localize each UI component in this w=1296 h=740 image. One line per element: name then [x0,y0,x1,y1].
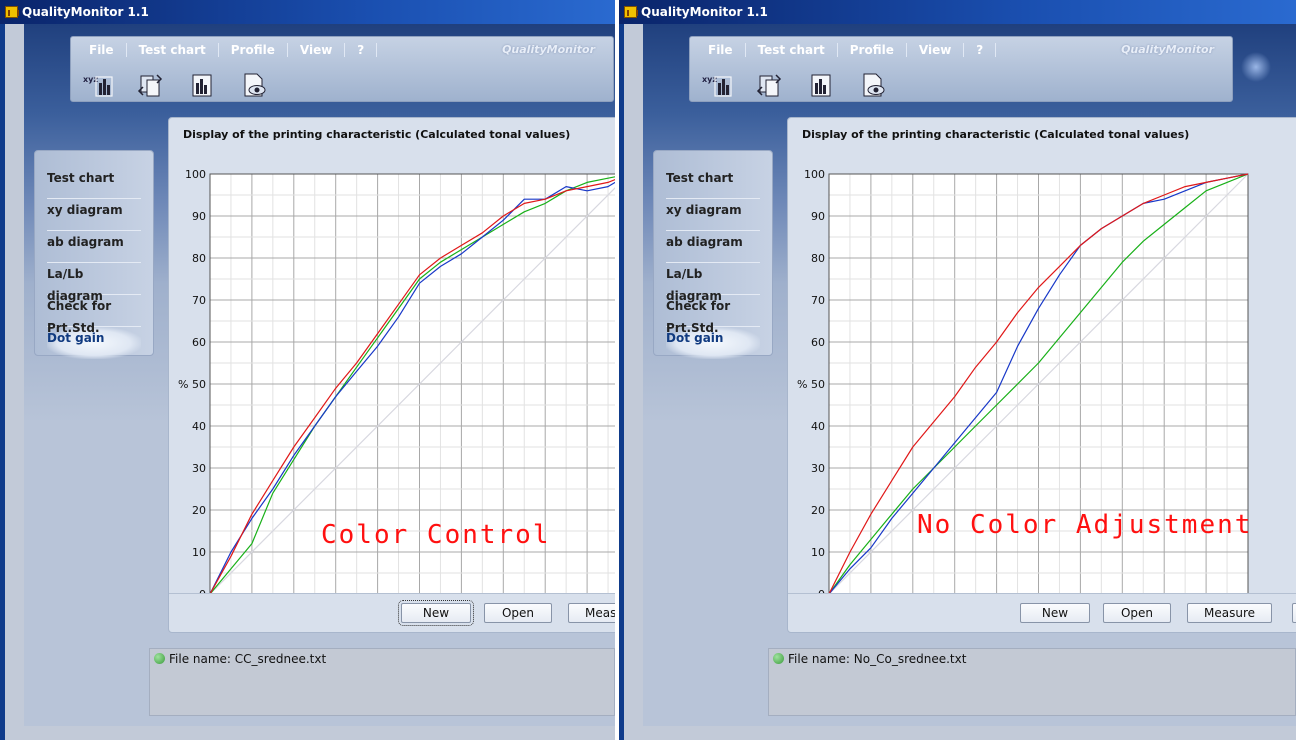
statistics-icon[interactable] [185,71,219,99]
divider [788,593,1296,594]
file-name-label: File name: CC_srednee.txt [169,652,327,666]
y-tick-label: % 50 [178,378,206,391]
nav-check-prt-std[interactable]: Check for Prt.Std. [47,295,141,335]
app-icon [624,6,638,18]
measure-button[interactable]: Measure [568,603,615,623]
menu-profile[interactable]: Profile [219,43,288,57]
divider [169,593,615,594]
nav-dot-gain[interactable]: Dot gain [666,327,760,359]
nav-dot-gain[interactable]: Dot gain [47,327,141,359]
brand-logo: QualityMonitor [502,43,595,56]
side-nav: Test chart xy diagram ab diagram La/Lb d… [34,150,154,359]
window-title: QualityMonitor 1.1 [22,5,149,19]
open-button[interactable]: Open [484,603,552,623]
app-icon [5,6,19,18]
menu-file[interactable]: File [696,43,746,57]
title-bar[interactable]: QualityMonitor 1.1 [619,0,1296,24]
convert-icon[interactable] [752,71,786,99]
menu-view[interactable]: View [907,43,965,57]
nav-test-chart[interactable]: Test chart [666,167,760,199]
menu-help[interactable]: ? [964,43,997,57]
y-tick-label: 20 [811,504,825,517]
new-button[interactable]: New [1020,603,1090,623]
client-area: File Test chart Profile View ? QualityMo… [624,24,1296,740]
nav-ab-diagram[interactable]: ab diagram [47,231,141,263]
overlay-label: Color Control [321,520,551,550]
background-glow [1236,52,1276,82]
y-tick-label: 80 [811,252,825,265]
print-button[interactable]: Pr [1292,603,1296,623]
nav-la-lb-diagram[interactable]: La/Lb diagram [47,263,141,303]
y-tick-label: 100 [804,168,825,181]
menu-help[interactable]: ? [345,43,378,57]
app-background: File Test chart Profile View ? QualityMo… [24,24,615,726]
menu-panel: File Test chart Profile View ? QualityMo… [689,36,1233,102]
y-tick-label: 60 [192,336,206,349]
toolbar: xyz [81,71,271,99]
chart-panel: Display of the printing characteristic (… [168,117,615,633]
y-tick-label: 40 [811,420,825,433]
new-button[interactable]: New [398,600,474,626]
client-area: File Test chart Profile View ? QualityMo… [5,24,615,740]
y-tick-label: 70 [811,294,825,307]
menu-bar: File Test chart Profile View ? QualityMo… [690,37,1232,63]
y-tick-label: 100 [185,168,206,181]
y-tick-label: 10 [192,546,206,559]
file-info-panel: File name: CC_srednee.txt [149,648,615,716]
xyz-measure-icon[interactable]: xyz [700,71,734,99]
convert-icon[interactable] [133,71,167,99]
y-tick-label: 70 [192,294,206,307]
y-tick-label: 30 [192,462,206,475]
nav-check-prt-std[interactable]: Check for Prt.Std. [666,295,760,335]
file-name-label: File name: No_Co_srednee.txt [788,652,967,666]
menu-test-chart[interactable]: Test chart [746,43,838,57]
y-tick-label: 60 [811,336,825,349]
open-button[interactable]: Open [1103,603,1171,623]
brand-logo: QualityMonitor [1121,43,1214,56]
menu-test-chart[interactable]: Test chart [127,43,219,57]
side-nav: Test chart xy diagram ab diagram La/Lb d… [653,150,773,359]
nav-xy-diagram[interactable]: xy diagram [666,199,760,231]
toolbar: xyz [700,71,890,99]
menu-profile[interactable]: Profile [838,43,907,57]
nav-xy-diagram[interactable]: xy diagram [47,199,141,231]
y-tick-label: 90 [811,210,825,223]
y-tick-label: 30 [811,462,825,475]
status-led-icon [154,653,165,664]
app-window-left: QualityMonitor 1.1 File Test chart Profi… [0,0,615,740]
title-bar[interactable]: QualityMonitor 1.1 [0,0,615,24]
chart-panel: Display of the printing characteristic (… [787,117,1296,633]
menu-bar: File Test chart Profile View ? QualityMo… [71,37,613,63]
nav-ab-diagram[interactable]: ab diagram [666,231,760,263]
measure-button[interactable]: Measure [1187,603,1272,623]
y-tick-label: 20 [192,504,206,517]
nav-la-lb-diagram[interactable]: La/Lb diagram [666,263,760,303]
menu-view[interactable]: View [288,43,346,57]
menu-panel: File Test chart Profile View ? QualityMo… [70,36,614,102]
y-tick-label: 10 [811,546,825,559]
window-title: QualityMonitor 1.1 [641,5,768,19]
preview-icon[interactable] [237,71,271,99]
overlay-label: No Color Adjustment [917,510,1253,540]
y-tick-label: 90 [192,210,206,223]
y-tick-label: 80 [192,252,206,265]
app-background: File Test chart Profile View ? QualityMo… [643,24,1296,726]
menu-file[interactable]: File [77,43,127,57]
file-info-panel: File name: No_Co_srednee.txt [768,648,1296,716]
y-tick-label: 40 [192,420,206,433]
nav-test-chart[interactable]: Test chart [47,167,141,199]
y-tick-label: % 50 [797,378,825,391]
xyz-measure-icon[interactable]: xyz [81,71,115,99]
status-led-icon [773,653,784,664]
app-window-right: QualityMonitor 1.1 File Test chart Profi… [619,0,1296,740]
preview-icon[interactable] [856,71,890,99]
statistics-icon[interactable] [804,71,838,99]
